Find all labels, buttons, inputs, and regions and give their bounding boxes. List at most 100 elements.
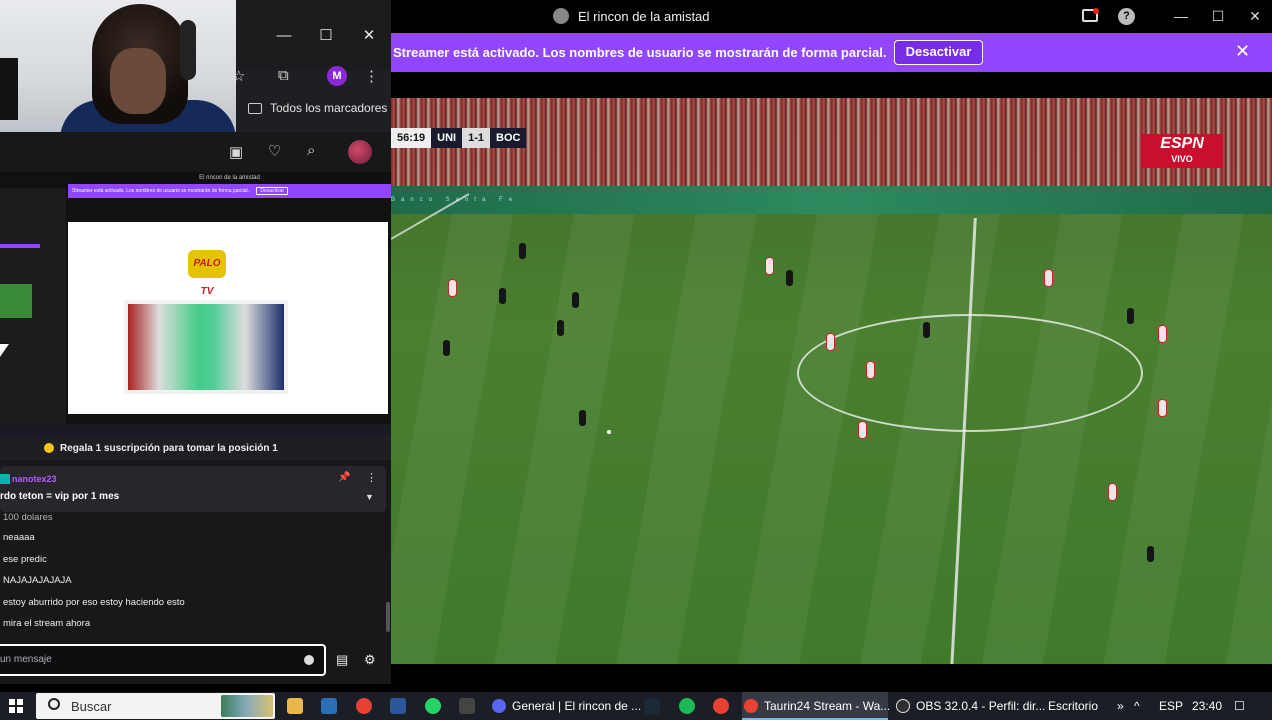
player (1109, 484, 1116, 500)
search-icon (48, 698, 60, 710)
streamer-mode-text: Streamer está activado. Los nombres de u… (393, 45, 887, 60)
center-circle (797, 314, 1143, 432)
search-icon[interactable]: ⌕ (307, 142, 315, 159)
pinned-username[interactable]: nanotex23 (12, 474, 57, 484)
heart-icon[interactable]: ♡ (268, 142, 281, 160)
webcam-person-face (110, 48, 166, 114)
streamer-mode-banner: Streamer está activado. Los nombres de u… (391, 33, 1272, 72)
overflow-icon[interactable]: » (1117, 692, 1124, 720)
chat-message: neaaaa (3, 532, 35, 543)
minimize-button[interactable]: — (273, 26, 295, 46)
mouse-cursor-icon (0, 344, 9, 357)
whatsapp-icon[interactable] (425, 698, 441, 714)
sub-gift-promo[interactable]: Regala 1 suscripción para tomar la posic… (0, 436, 391, 460)
emote-picker-icon[interactable] (304, 655, 314, 665)
player (1045, 270, 1052, 286)
nested-screen-capture: El rincon de la amistad Streamer está ac… (0, 172, 391, 436)
windows-taskbar: Buscar General | El rincon de ... Taurin… (0, 692, 1272, 720)
clock[interactable]: 23:40 (1192, 692, 1222, 720)
chat-input[interactable]: un mensaje (0, 644, 326, 676)
extensions-icon[interactable]: ⧉ (278, 67, 289, 84)
twitch-top-nav (0, 132, 391, 172)
maximize-button[interactable]: ☐ (315, 26, 337, 46)
player (859, 422, 866, 438)
chrome-icon[interactable] (356, 698, 372, 714)
help-icon[interactable]: ? (1118, 8, 1135, 25)
player (1159, 326, 1166, 342)
word-icon[interactable] (390, 698, 406, 714)
screen: — ☐ ✕ ☆ ⧉ M ⋮ Todos los marcadores ▣ ♡ ⌕… (0, 0, 1272, 720)
player (519, 243, 526, 259)
player (1127, 308, 1134, 324)
nested-sidebar-accent (0, 244, 40, 248)
store-icon[interactable]: ▣ (229, 143, 243, 161)
chat-message: estoy aburrido por eso estoy haciendo es… (3, 597, 185, 608)
notification-icon[interactable]: ☐ (1234, 692, 1245, 720)
chevron-up-icon[interactable]: ^ (1134, 692, 1140, 720)
coin-icon (44, 443, 54, 453)
pin-icon[interactable]: 📌 (338, 472, 350, 483)
spotify-icon[interactable] (679, 698, 695, 714)
chat-message: mira el stream ahora (3, 618, 91, 629)
video-letterbox-bottom (391, 664, 1272, 692)
pinned-message: nanotex23 📌 ⋮ rdo teton = vip por 1 mes … (0, 466, 386, 512)
taskbar-app-discord[interactable]: General | El rincon de ... (490, 692, 641, 720)
close-button[interactable]: ✕ (358, 26, 380, 46)
scorebug: 56:19 UNI 1-1 BOC (391, 128, 527, 148)
webcam-headset (180, 20, 196, 80)
taskbar-search[interactable]: Buscar (36, 693, 275, 719)
taskbar-app-stream[interactable]: Taurin24 Stream - Wa... (742, 692, 890, 720)
browser-window: — ☐ ✕ ☆ ⧉ M ⋮ Todos los marcadores ▣ ♡ ⌕ (0, 0, 391, 172)
bits-icon[interactable]: ▤ (336, 652, 348, 668)
player (572, 292, 579, 308)
cast-icon[interactable] (1082, 8, 1099, 22)
player (1159, 400, 1166, 416)
chat-messages: 100 dolares neaaaa ese predic NAJAJAJAJA… (0, 512, 391, 636)
window-title: El rincon de la amistad (578, 9, 710, 24)
chat-message: 100 dolares (3, 512, 53, 523)
language-indicator[interactable]: ESP (1159, 692, 1183, 720)
chrome-icon (744, 699, 758, 713)
nested-sidebar (0, 188, 66, 424)
all-bookmarks[interactable]: Todos los marcadores (248, 101, 387, 115)
stream-video[interactable]: Banco Santa Fe 56:19 UNI 1-1 BOC ESPN VI… (391, 98, 1272, 664)
user-badge-icon (0, 474, 10, 484)
windows-start-icon[interactable] (9, 699, 23, 713)
search-placeholder: Buscar (71, 699, 112, 714)
chevron-down-icon[interactable]: ▼ (365, 492, 374, 502)
player (923, 322, 930, 338)
chat-settings-icon[interactable]: ⚙ (364, 652, 376, 668)
nested-title: El rincon de la amistad (68, 172, 391, 184)
minimize-button[interactable]: — (1172, 8, 1190, 24)
user-avatar[interactable] (348, 140, 372, 164)
store-app-icon[interactable] (321, 698, 337, 714)
chat-scrollbar[interactable] (386, 602, 390, 632)
match-clock: 56:19 (391, 128, 432, 148)
webcam-background-monitor (0, 58, 18, 120)
profile-avatar[interactable]: M (327, 66, 347, 86)
broadcaster-name: ESPN (1160, 135, 1204, 152)
more-options-icon[interactable]: ⋮ (366, 471, 377, 484)
file-explorer-icon[interactable] (287, 698, 303, 714)
taskbar-app-obs[interactable]: OBS 32.0.4 - Perfil: dir... (894, 692, 1045, 720)
close-icon[interactable]: ✕ (1235, 41, 1250, 62)
calculator-icon[interactable] (459, 698, 475, 714)
nested-sidebar-video-thumb (0, 284, 32, 318)
pitch-stripes (391, 214, 1272, 664)
taskbar-app-label: OBS 32.0.4 - Perfil: dir... (916, 699, 1046, 713)
chat-input-placeholder: un mensaje (0, 654, 52, 665)
player (1147, 546, 1154, 562)
player (499, 288, 506, 304)
football (607, 430, 611, 434)
maximize-button[interactable]: ☐ (1209, 8, 1227, 25)
close-button[interactable]: ✕ (1246, 8, 1264, 25)
search-highlight-art (221, 695, 273, 717)
browser-menu-icon[interactable]: ⋮ (364, 67, 379, 85)
deactivate-button[interactable]: Desactivar (894, 40, 983, 65)
folder-icon (248, 102, 262, 114)
espn-logo: ESPN VIVO (1141, 134, 1223, 168)
nested-banner-button: Desactivar (256, 187, 289, 195)
steam-icon[interactable] (644, 698, 660, 714)
chrome-icon[interactable] (713, 698, 729, 714)
desktop-label[interactable]: Escritorio (1048, 692, 1098, 720)
